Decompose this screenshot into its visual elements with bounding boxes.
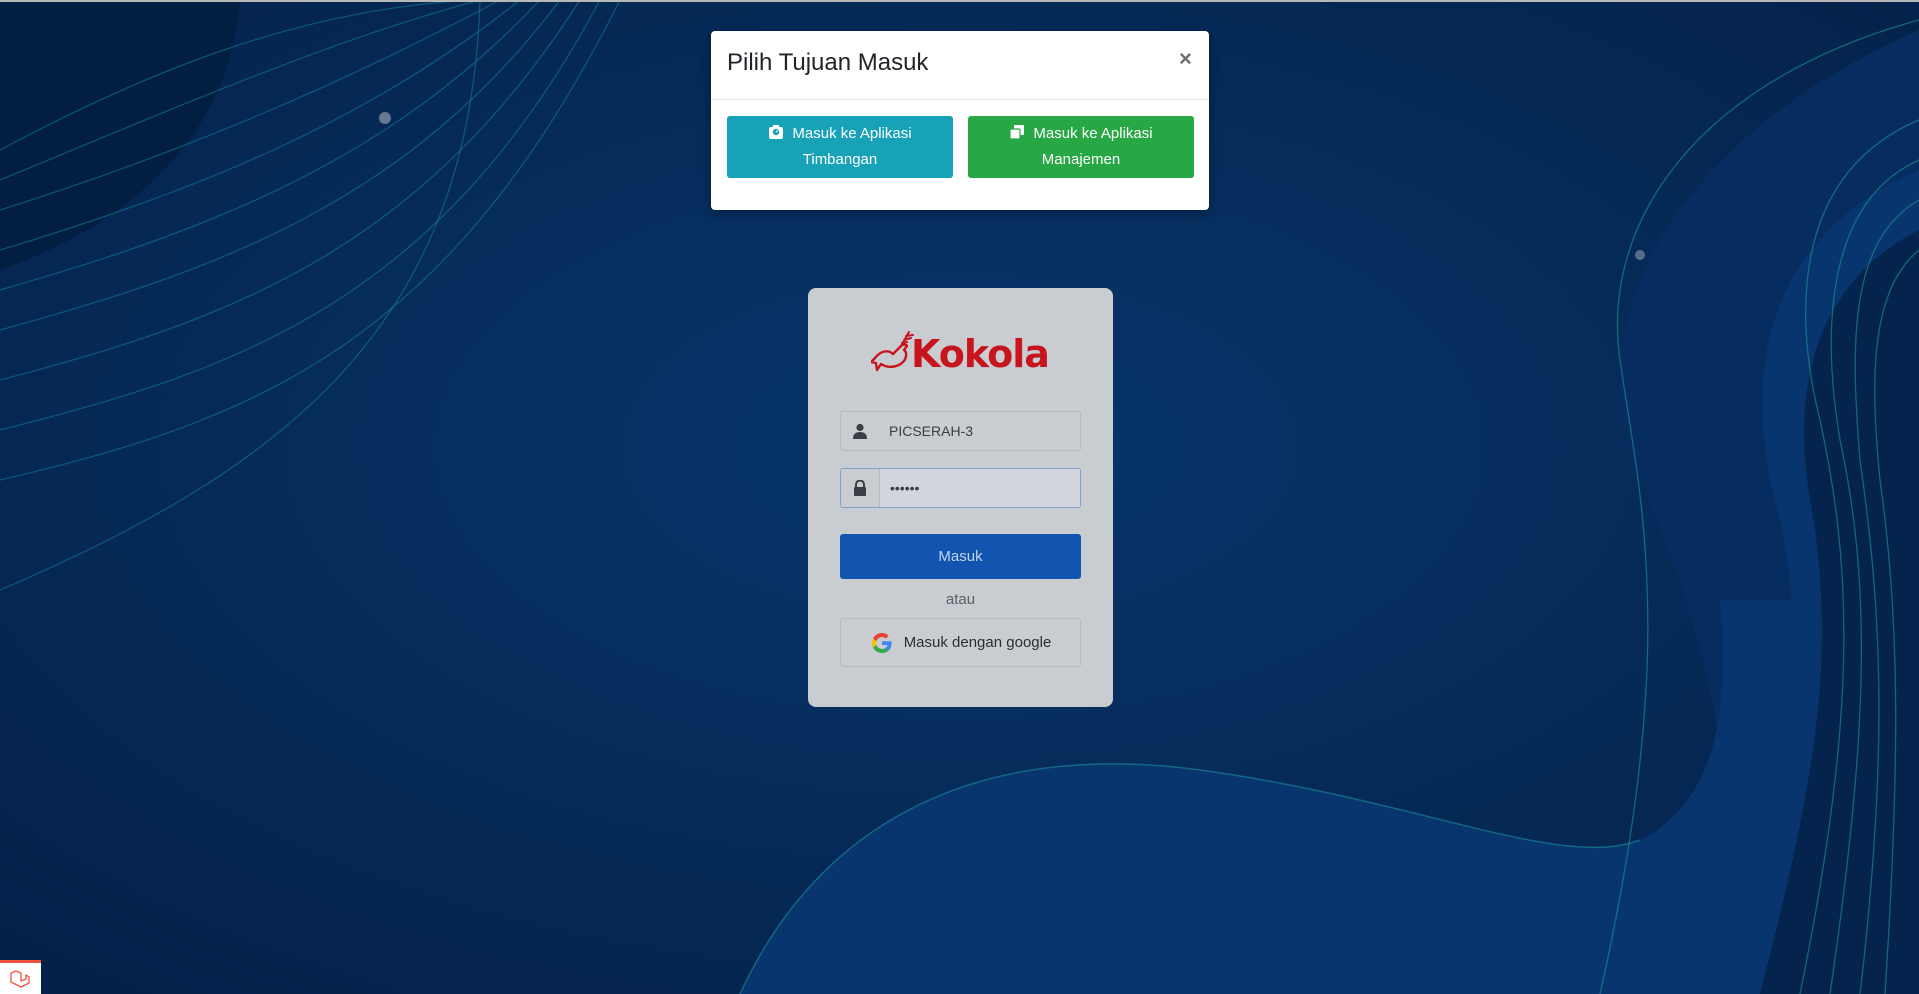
password-field[interactable]: [840, 468, 1081, 508]
separator-text: atau: [945, 591, 976, 608]
destination-modal: Pilih Tujuan Masuk × Masuk ke Aplikasi T…: [711, 31, 1209, 210]
login-card: Kokola Masuk atau Masuk dengan google: [808, 288, 1113, 707]
dove-icon: [869, 331, 914, 372]
user-icon: [841, 412, 879, 450]
google-login-button[interactable]: Masuk dengan google: [840, 618, 1081, 667]
manajemen-app-button[interactable]: Masuk ke Aplikasi Manajemen: [968, 116, 1194, 178]
kokola-logo: Kokola: [869, 328, 1051, 380]
scale-icon: [768, 124, 784, 148]
logo-text: Kokola: [911, 332, 1050, 376]
google-login-label: Masuk dengan google: [903, 634, 1052, 651]
manajemen-app-label: Masuk ke Aplikasi Manajemen: [1033, 125, 1153, 168]
password-input[interactable]: [879, 469, 1080, 507]
google-icon: [871, 632, 892, 653]
username-input[interactable]: [879, 412, 1080, 450]
username-field[interactable]: [840, 411, 1081, 451]
timbangan-app-button[interactable]: Masuk ke Aplikasi Timbangan: [727, 116, 953, 178]
login-submit-button[interactable]: Masuk: [840, 534, 1081, 579]
timbangan-app-label: Masuk ke Aplikasi Timbangan: [792, 125, 912, 168]
lock-icon: [841, 469, 879, 507]
modal-header: Pilih Tujuan Masuk ×: [711, 31, 1209, 100]
laravel-debugbar-icon[interactable]: [0, 960, 41, 994]
documents-icon: [1009, 124, 1025, 148]
close-button[interactable]: ×: [1173, 45, 1197, 73]
modal-title: Pilih Tujuan Masuk: [727, 49, 929, 76]
